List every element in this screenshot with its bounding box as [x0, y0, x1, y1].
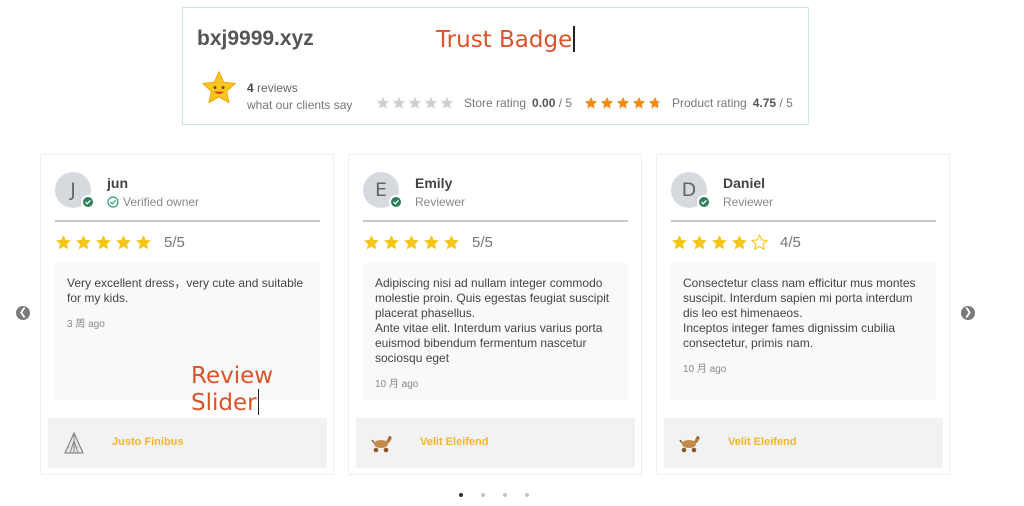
- rating-stars: [671, 234, 768, 251]
- review-text: Very excellent dress，very cute and suita…: [67, 276, 304, 305]
- toy-horse-icon: [679, 436, 700, 453]
- star-full-icon: [424, 235, 439, 250]
- pagination-dot[interactable]: [459, 493, 463, 497]
- product-link[interactable]: Justo Finibus: [48, 418, 327, 468]
- review-rating: 5/5: [55, 234, 185, 251]
- star-full-icon: [732, 235, 747, 250]
- next-arrow-icon[interactable]: ❯: [961, 306, 975, 320]
- avatar: E: [363, 172, 403, 209]
- pagination-dot[interactable]: [481, 493, 485, 497]
- star-full-icon: [672, 235, 687, 250]
- review-date: 10 月 ago: [683, 364, 727, 375]
- slider-pagination: [459, 493, 529, 497]
- review-text: Adipiscing nisi ad nullam integer commod…: [375, 276, 610, 365]
- star-full-icon: [136, 235, 151, 250]
- star-full-icon: [584, 96, 598, 109]
- tent-icon: [64, 431, 84, 454]
- reviewer-name: jun: [107, 175, 128, 191]
- store-rating-stars: [376, 96, 454, 110]
- reviewer-name: Emily: [415, 175, 453, 191]
- review-body: Consectetur class nam efficitur mus mont…: [671, 263, 936, 400]
- star-full-icon: [56, 235, 71, 250]
- rating-stars: [55, 234, 152, 251]
- review-date: 3 周 ago: [67, 319, 105, 330]
- divider: [55, 220, 320, 222]
- pagination-dot[interactable]: [503, 493, 507, 497]
- store-rating-value: 0.00: [532, 96, 556, 110]
- rating-score: 5/5: [472, 234, 493, 251]
- rating-score: 4/5: [780, 234, 801, 251]
- verified-badge-icon: [389, 195, 403, 209]
- star-full-icon: [600, 96, 614, 109]
- toy-horse-icon: [371, 436, 392, 453]
- store-rating-label: Store rating: [464, 96, 527, 110]
- star-partial-icon: [648, 96, 662, 109]
- product-rating: Product rating 4.75 / 5: [584, 96, 793, 110]
- smiling-star-icon: [201, 70, 237, 104]
- review-body: Adipiscing nisi ad nullam integer commod…: [363, 263, 628, 400]
- star-full-icon: [76, 235, 91, 250]
- reviewer-role: Reviewer: [723, 195, 774, 209]
- product-name[interactable]: Justo Finibus: [112, 436, 184, 448]
- rating-score: 5/5: [164, 234, 185, 251]
- review-slider-annotation: Review Slider: [191, 363, 274, 416]
- divider: [671, 220, 936, 222]
- star-full-icon: [444, 235, 459, 250]
- reviewer-role: Reviewer: [415, 195, 466, 209]
- star-full-icon: [96, 235, 111, 250]
- verified-badge-icon: [697, 195, 711, 209]
- badge-subtitle: what our clients say: [247, 98, 353, 112]
- product-rating-value: 4.75: [752, 96, 777, 110]
- check-circle-icon: [107, 196, 119, 208]
- star-full-icon: [404, 235, 419, 250]
- star-full-icon: [384, 235, 399, 250]
- star-full-icon: [632, 96, 646, 109]
- previous-arrow-icon[interactable]: ❮: [16, 306, 30, 320]
- product-name[interactable]: Velit Eleifend: [728, 436, 796, 448]
- review-rating: 5/5: [363, 234, 493, 251]
- review-date: 10 月 ago: [375, 379, 419, 390]
- star-empty-icon: [440, 96, 454, 109]
- star-empty-icon: [408, 96, 422, 109]
- review-text: Consectetur class nam efficitur mus mont…: [683, 276, 916, 350]
- verified-badge-icon: [81, 195, 95, 209]
- review-card: J jun Verified owner 5/5 Very excellent …: [40, 154, 334, 475]
- rating-stars: [363, 234, 460, 251]
- review-card: E Emily Reviewer 5/5 Adipiscing nisi ad …: [348, 154, 642, 475]
- reviewer-role: Verified owner: [107, 195, 199, 209]
- trust-badge-annotation: Trust Badge: [436, 26, 575, 53]
- divider: [363, 220, 628, 222]
- star-full-icon: [116, 235, 131, 250]
- star-empty-icon: [376, 96, 390, 109]
- avatar: D: [671, 172, 711, 209]
- pagination-dot[interactable]: [525, 493, 529, 497]
- reviewer-name: Daniel: [723, 175, 766, 191]
- product-link[interactable]: Velit Eleifend: [356, 418, 635, 468]
- star-full-icon: [712, 235, 727, 250]
- star-empty-icon: [392, 96, 406, 109]
- product-rating-label: Product rating: [672, 96, 747, 110]
- star-full-icon: [692, 235, 707, 250]
- star-full-icon: [616, 96, 630, 109]
- trust-badge: bxj9999.xyz Trust Badge 4 reviews what o…: [182, 7, 809, 125]
- product-name[interactable]: Velit Eleifend: [420, 436, 488, 448]
- review-card: D Daniel Reviewer 4/5 Consectetur class …: [656, 154, 950, 475]
- review-rating: 4/5: [671, 234, 801, 251]
- review-count: 4 reviews: [247, 81, 298, 95]
- product-rating-stars: [584, 96, 662, 110]
- store-name[interactable]: bxj9999.xyz: [197, 27, 314, 51]
- star-empty-icon: [751, 234, 768, 251]
- star-empty-icon: [424, 96, 438, 109]
- store-rating: Store rating 0.00 / 5: [376, 96, 572, 110]
- avatar: J: [55, 172, 95, 209]
- product-link[interactable]: Velit Eleifend: [664, 418, 943, 468]
- star-full-icon: [364, 235, 379, 250]
